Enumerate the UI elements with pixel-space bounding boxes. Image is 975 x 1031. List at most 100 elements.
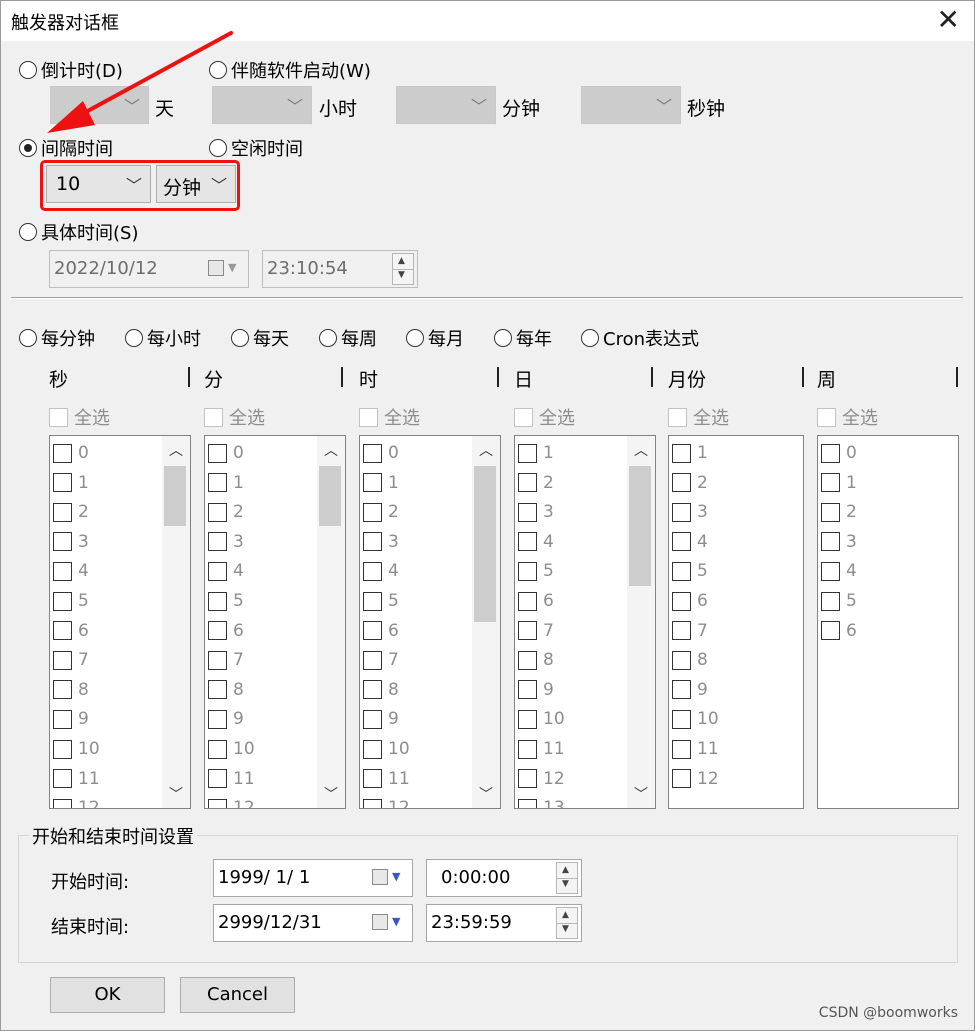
scroll-up-icon[interactable]: ︿ [324,440,338,460]
specific-date-picker[interactable]: 2022/10/12 ▼ [49,250,249,288]
checkbox[interactable] [53,650,72,670]
checkbox[interactable] [363,798,382,808]
checkbox[interactable] [518,502,537,522]
checkbox[interactable] [53,473,72,493]
time-spinner[interactable]: ▲ ▼ [556,907,578,939]
checkbox[interactable] [208,621,227,641]
checkbox[interactable] [672,709,691,729]
checkbox[interactable] [518,532,537,552]
list-item[interactable]: 8 [518,650,554,670]
list-item[interactable]: 3 [672,502,708,522]
spin-up-icon[interactable]: ▲ [562,865,569,875]
list-item[interactable]: 11 [672,739,719,759]
select-all-minute[interactable]: 全选 [204,404,265,430]
checkbox[interactable] [363,561,382,581]
checkbox[interactable] [208,561,227,581]
list-item[interactable]: 6 [363,621,399,641]
checkbox[interactable] [672,443,691,463]
list-item[interactable]: 7 [672,621,708,641]
list-item[interactable]: 12 [53,798,100,808]
time-spinner[interactable]: ▲ ▼ [392,253,414,285]
checkbox[interactable] [518,621,537,641]
checkbox[interactable] [363,532,382,552]
list-item[interactable]: 5 [363,591,399,611]
list-item[interactable]: 5 [821,591,857,611]
checkbox[interactable] [518,769,537,789]
close-icon[interactable]: ✕ [937,4,960,36]
list-item[interactable]: 5 [518,561,554,581]
checkbox[interactable] [518,561,537,581]
checkbox[interactable] [518,443,537,463]
checkbox[interactable] [53,443,72,463]
list-item[interactable]: 8 [363,680,399,700]
list-item[interactable]: 1 [672,443,708,463]
checkbox[interactable] [363,739,382,759]
checkbox[interactable] [363,502,382,522]
checkbox[interactable] [363,591,382,611]
spin-down-icon[interactable]: ▼ [562,879,569,889]
list-item[interactable]: 1 [363,473,399,493]
select-all-second[interactable]: 全选 [49,404,110,430]
checkbox[interactable] [821,443,840,463]
list-item[interactable]: 8 [208,680,244,700]
checkbox[interactable] [53,709,72,729]
list-item[interactable]: 4 [518,532,554,552]
list-item[interactable]: 6 [672,591,708,611]
scrollbar[interactable]: ︿ ﹀ [627,436,655,808]
list-item[interactable]: 4 [821,561,857,581]
list-item[interactable]: 6 [53,621,89,641]
checkbox[interactable] [672,621,691,641]
scroll-down-icon[interactable]: ﹀ [634,784,648,804]
checkbox[interactable] [821,532,840,552]
list-item[interactable]: 0 [53,443,89,463]
select-all-week[interactable]: 全选 [817,404,878,430]
checkbox[interactable] [208,443,227,463]
checkbox[interactable] [208,798,227,808]
checkbox[interactable] [53,532,72,552]
checkbox[interactable] [363,621,382,641]
list-item[interactable]: 6 [208,621,244,641]
countdown-minute-combo[interactable]: ﹀ [396,86,496,124]
list-item[interactable]: 1 [53,473,89,493]
select-all-hour[interactable]: 全选 [359,404,420,430]
checkbox[interactable] [518,680,537,700]
frequency-radio[interactable]: 每年 [494,325,552,351]
list-item[interactable]: 4 [363,561,399,581]
list-item[interactable]: 8 [672,650,708,670]
checkbox[interactable] [208,739,227,759]
list-item[interactable]: 3 [53,532,89,552]
checkbox[interactable] [208,473,227,493]
checkbox[interactable] [363,769,382,789]
checkbox[interactable] [53,591,72,611]
list-item[interactable]: 0 [208,443,244,463]
checklist-day[interactable]: 1 2 3 4 5 6 7 8 9 10 11 12 13 ︿ ﹀ [514,435,656,809]
list-item[interactable]: 1 [518,443,554,463]
checkbox[interactable] [518,650,537,670]
checkbox[interactable] [672,473,691,493]
time-spinner[interactable]: ▲ ▼ [556,862,578,894]
list-item[interactable]: 0 [821,443,857,463]
list-item[interactable]: 11 [518,739,565,759]
list-item[interactable]: 12 [672,769,719,789]
list-item[interactable]: 2 [518,473,554,493]
checkbox[interactable] [672,769,691,789]
list-item[interactable]: 12 [208,798,255,808]
checkbox[interactable] [518,709,537,729]
list-item[interactable]: 5 [53,591,89,611]
scroll-thumb[interactable] [319,466,341,526]
checkbox[interactable] [518,473,537,493]
scroll-thumb[interactable] [164,466,186,526]
list-item[interactable]: 7 [363,650,399,670]
checkbox[interactable] [363,650,382,670]
list-item[interactable]: 3 [363,532,399,552]
checkbox[interactable] [53,769,72,789]
frequency-radio[interactable]: Cron表达式 [581,325,699,351]
end-date-picker[interactable]: 2999/12/31 ▼ [213,904,413,942]
select-all-month[interactable]: 全选 [668,404,729,430]
select-all-day[interactable]: 全选 [514,404,575,430]
list-item[interactable]: 3 [821,532,857,552]
frequency-radio[interactable]: 每周 [319,325,377,351]
list-item[interactable]: 9 [208,709,244,729]
checkbox[interactable] [672,561,691,581]
scroll-thumb[interactable] [629,466,651,586]
